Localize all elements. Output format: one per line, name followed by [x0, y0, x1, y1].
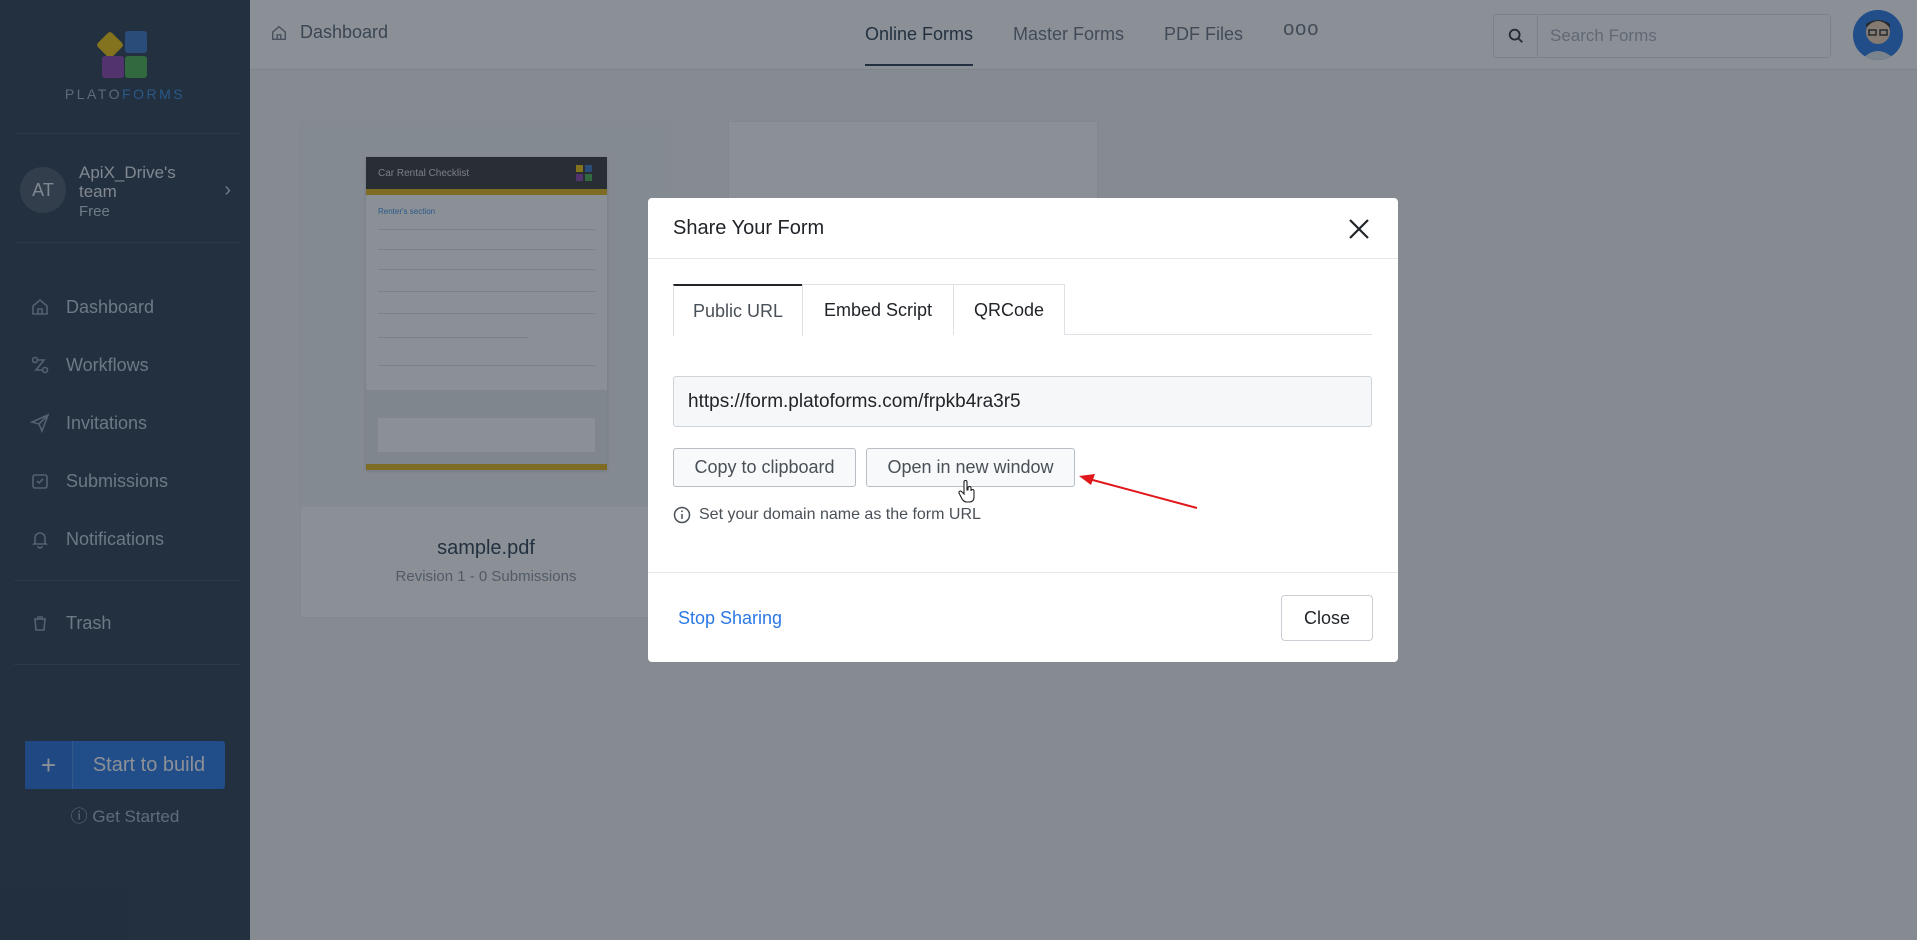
close-button[interactable]: Close	[1281, 595, 1373, 641]
close-icon[interactable]	[1348, 218, 1370, 240]
info-icon	[673, 506, 691, 524]
annotation-arrow-icon	[1079, 474, 1198, 509]
tab-qrcode[interactable]: QRCode	[953, 284, 1065, 335]
share-tabs: Public URL Embed Script QRCode	[673, 284, 1372, 336]
stop-sharing-link[interactable]: Stop Sharing	[678, 608, 782, 629]
modal-header: Share Your Form	[648, 198, 1398, 259]
copy-to-clipboard-button[interactable]: Copy to clipboard	[673, 448, 856, 487]
modal-footer: Stop Sharing Close	[648, 572, 1398, 662]
public-url-field[interactable]: https://form.platoforms.com/frpkb4ra3r5	[673, 376, 1372, 427]
modal-title: Share Your Form	[673, 217, 825, 239]
hand-cursor-icon	[958, 480, 975, 503]
share-form-modal: Share Your Form Public URL Embed Script …	[648, 198, 1398, 662]
domain-hint: Set your domain name as the form URL	[673, 506, 981, 524]
tab-embed-script[interactable]: Embed Script	[802, 284, 954, 335]
tab-public-url[interactable]: Public URL	[673, 284, 803, 336]
